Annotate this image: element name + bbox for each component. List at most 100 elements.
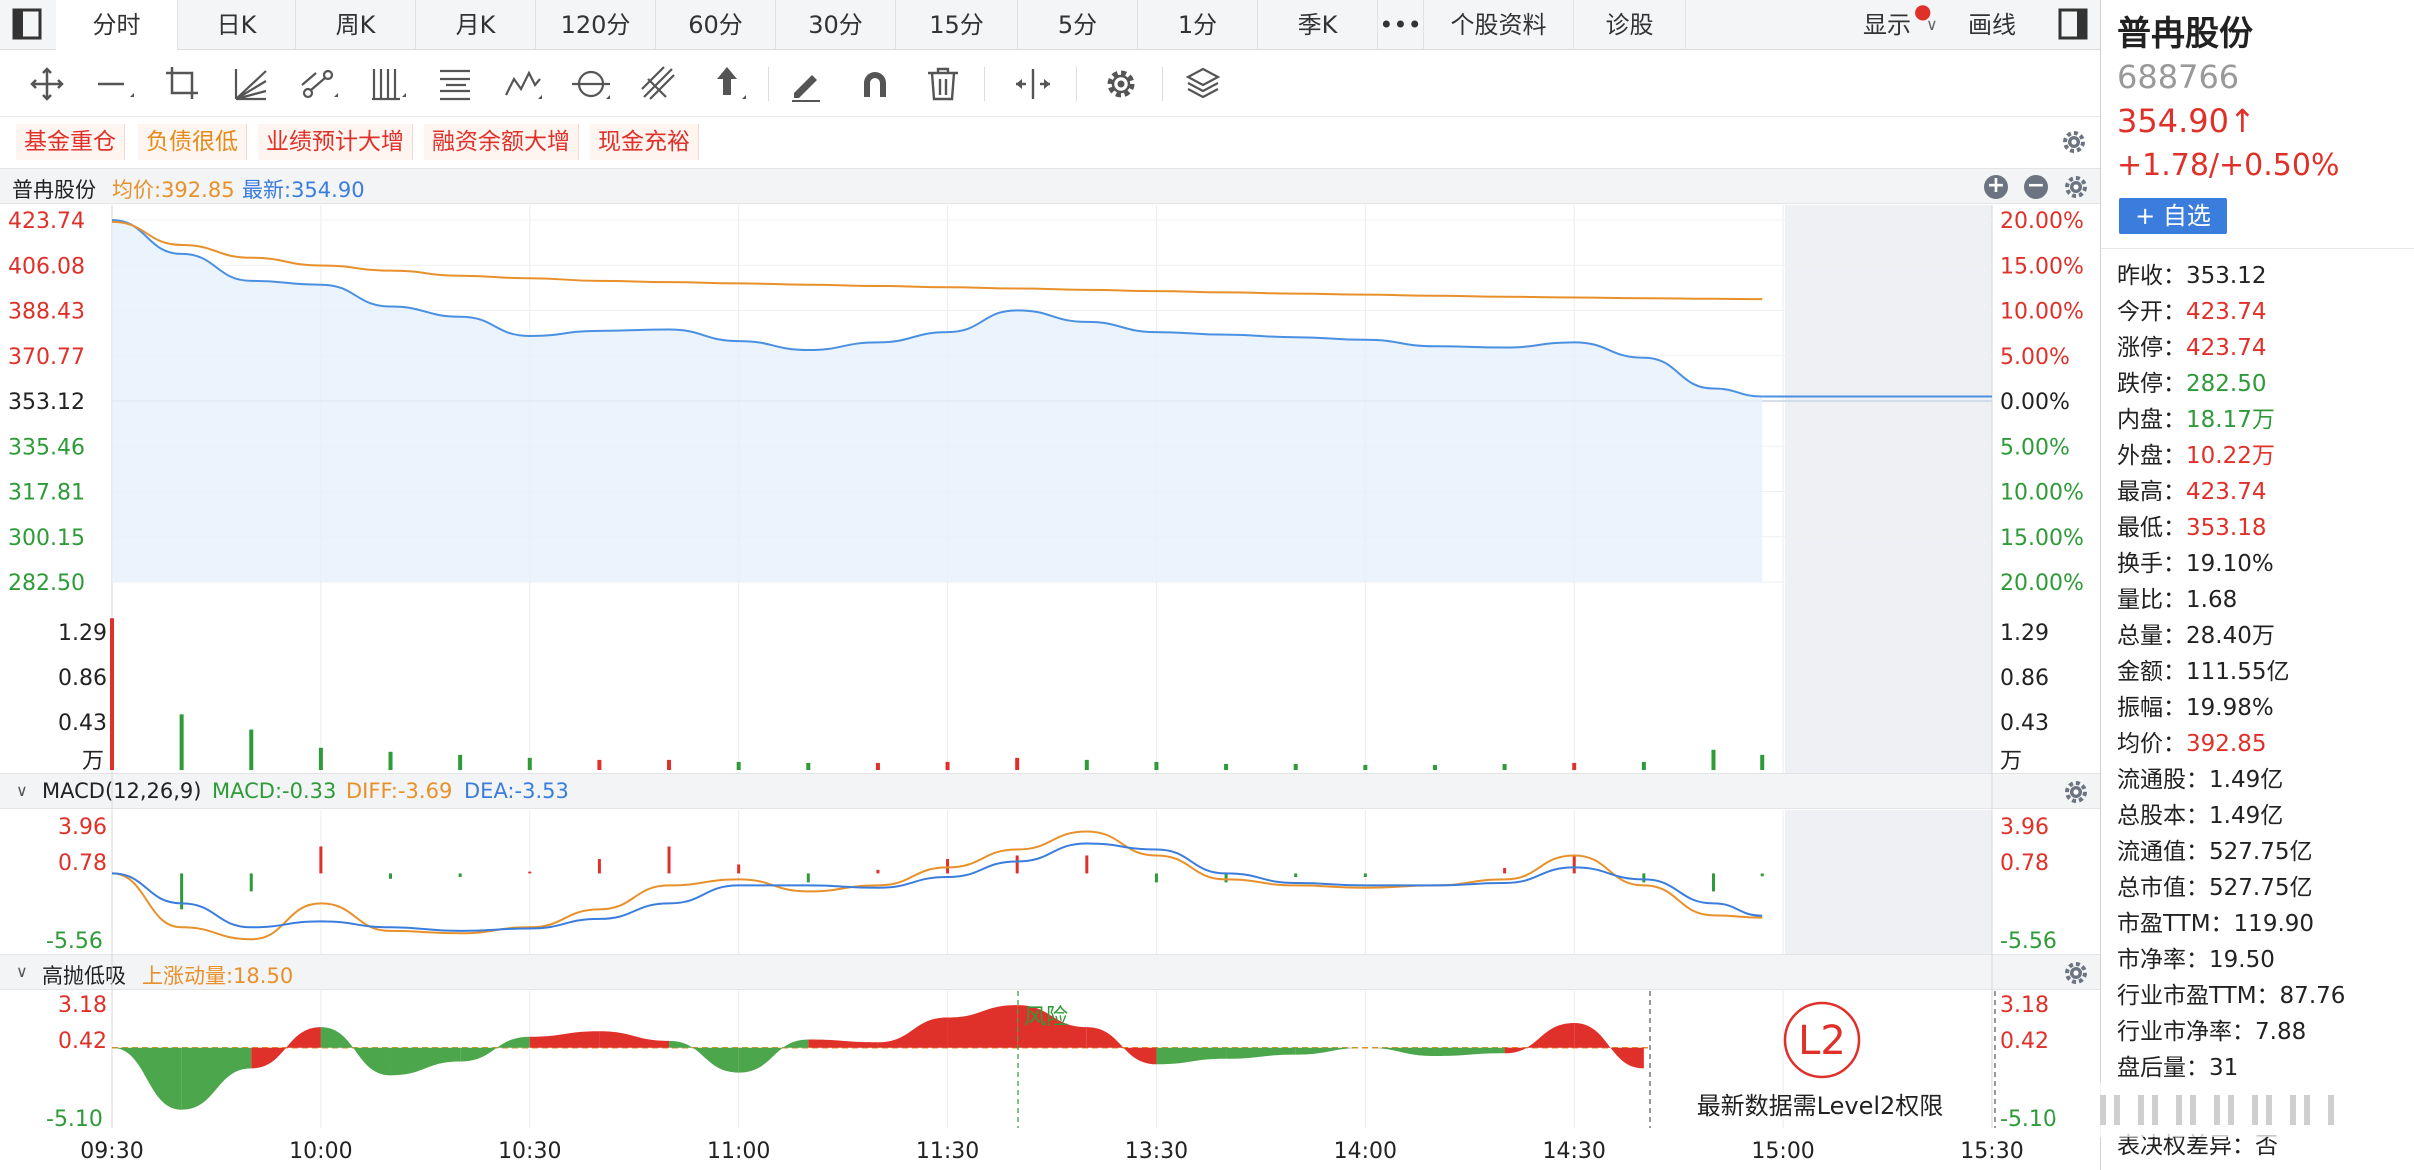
volume-bar [1641, 761, 1646, 770]
time-x-tick: 10:30 [498, 1139, 561, 1164]
volume-bar [1572, 762, 1577, 770]
price-y-tick: 423.74 [8, 209, 85, 234]
gpdx-y-tick: 3.18 [58, 993, 107, 1018]
stat-label: 总股本： [2117, 803, 2209, 829]
gpdx-area-segment [738, 1039, 809, 1073]
stat-value: 7.88 [2255, 1019, 2307, 1045]
macd-y-tick: -5.56 [2000, 929, 2057, 954]
divider [2101, 248, 2414, 249]
time-x-tick: 11:00 [707, 1139, 770, 1164]
volume-bar [667, 759, 672, 770]
stat-label: 换手： [2117, 551, 2186, 577]
volume-bar [1502, 763, 1507, 770]
stat-row: 昨收：353.12 [2117, 258, 2345, 294]
stat-row: 行业市盈TTM：87.76 [2117, 978, 2345, 1014]
stat-label: 涨停： [2117, 335, 2186, 361]
gpdx-area-segment [599, 1031, 670, 1048]
pct-y-tick: 15.00% [2000, 526, 2084, 551]
time-x-tick: 10:00 [289, 1139, 352, 1164]
gpdx-y-tick: 3.18 [2000, 993, 2049, 1018]
gpdx-area-segment [877, 1017, 948, 1048]
gpdx-area-segment [529, 1031, 600, 1048]
stat-row: 内盘：18.17万 [2117, 402, 2345, 438]
stock-price: 354.90↑ [2117, 102, 2256, 140]
gpdx-area-segment [1504, 1023, 1575, 1054]
stat-label: 昨收： [2117, 263, 2186, 289]
volume-bar [875, 762, 880, 770]
stat-value: 111.55亿 [2186, 659, 2290, 685]
price-y-tick: 300.15 [8, 526, 85, 551]
stat-row: 外盘：10.22万 [2117, 438, 2345, 474]
stat-label: 跌停： [2117, 371, 2186, 397]
level2-badge-text: L2 [1798, 1018, 1846, 1064]
stat-value: 19.10% [2186, 551, 2274, 577]
stat-label: 金额： [2117, 659, 2186, 685]
volume-bar [458, 754, 463, 770]
gpdx-area-segment [1226, 1047, 1296, 1059]
pct-y-tick: 20.00% [2000, 571, 2084, 596]
vol-y-tick: 1.29 [2000, 621, 2049, 646]
stat-label: 流通值： [2117, 839, 2209, 865]
macd-y-tick: 0.78 [58, 851, 107, 876]
level2-message: 最新数据需Level2权限 [1697, 1092, 1944, 1120]
after-hours-shade [1785, 205, 1992, 773]
intraday-charts[interactable]: 423.74 20.00% 406.08 15.00% 388.43 10.00% 370.… [0, 0, 2100, 1170]
stat-row: 涨停：423.74 [2117, 330, 2345, 366]
price-y-tick: 282.50 [8, 571, 85, 596]
volume-bar [1015, 757, 1020, 770]
macd-y-tick: -5.56 [46, 929, 103, 954]
stat-value: 527.75亿 [2209, 839, 2313, 865]
stat-value: 18.17万 [2186, 407, 2275, 433]
stat-label: 内盘： [2117, 407, 2186, 433]
stat-row: 金额：111.55亿 [2117, 654, 2345, 690]
gpdx-area-segment [1156, 1047, 1227, 1065]
volume-bar [1154, 761, 1159, 770]
add-favorite-button[interactable]: + 自选 [2119, 198, 2227, 234]
pct-y-tick: 15.00% [2000, 254, 2084, 279]
gpdx-area-segment [390, 1047, 461, 1076]
stat-row: 流通股：1.49亿 [2117, 762, 2345, 798]
vol-unit: 万 [82, 749, 104, 774]
volume-bar [249, 729, 254, 770]
price-y-tick: 370.77 [8, 345, 85, 370]
stat-label: 最低： [2117, 515, 2186, 541]
vol-y-tick: 0.86 [58, 666, 107, 691]
volume-bar [806, 762, 811, 770]
stock-code: 688766 [2117, 58, 2240, 96]
stat-value: 10.22万 [2186, 443, 2275, 469]
stat-row: 量比：1.68 [2117, 582, 2345, 618]
stat-row: 总量：28.40万 [2117, 618, 2345, 654]
stat-label: 总量： [2117, 623, 2186, 649]
gpdx-area-segment [320, 1027, 391, 1076]
macd-y-tick: 0.78 [2000, 851, 2049, 876]
pct-y-tick: 5.00% [2000, 345, 2070, 370]
stat-label: 量比： [2117, 587, 2186, 613]
gpdx-y-tick: 0.42 [58, 1029, 107, 1054]
price-y-tick: 406.08 [8, 254, 85, 279]
stat-row: 最高：423.74 [2117, 474, 2345, 510]
gpdx-area-segment [947, 1005, 1018, 1048]
gpdx-area-segment [181, 1047, 252, 1110]
stat-row: 今开：423.74 [2117, 294, 2345, 330]
gpdx-area-segment [1295, 1047, 1366, 1055]
volume-bar [388, 751, 393, 770]
stat-label: 市净率： [2117, 947, 2209, 973]
gpdx-area-segment [1086, 1027, 1157, 1065]
gpdx-area-segment [1434, 1047, 1505, 1057]
gpdx-area-segment [1574, 1023, 1644, 1069]
stat-label: 行业市净率： [2117, 1019, 2255, 1045]
stat-label: 均价： [2117, 731, 2186, 757]
stat-value: 353.12 [2186, 263, 2267, 289]
time-x-tick: 14:00 [1334, 1139, 1397, 1164]
stat-label: 总市值： [2117, 875, 2209, 901]
watermark-overlay [2054, 1083, 2384, 1137]
pct-y-tick: 10.00% [2000, 300, 2084, 325]
app-root: 分时 日K 周K 月K 120分 60分 30分 15分 5分 1分 季K ••• 个股资料 诊股 显示 … [0, 0, 2414, 1170]
stat-value: 87.76 [2279, 983, 2346, 1009]
pct-y-tick: 0.00% [2000, 390, 2070, 415]
pct-y-tick: 10.00% [2000, 481, 2084, 506]
stat-value: 19.50 [2209, 947, 2275, 973]
vol-y-tick: 0.43 [58, 711, 107, 736]
time-x-tick: 15:30 [1960, 1139, 2023, 1164]
time-x-tick: 09:30 [80, 1139, 143, 1164]
